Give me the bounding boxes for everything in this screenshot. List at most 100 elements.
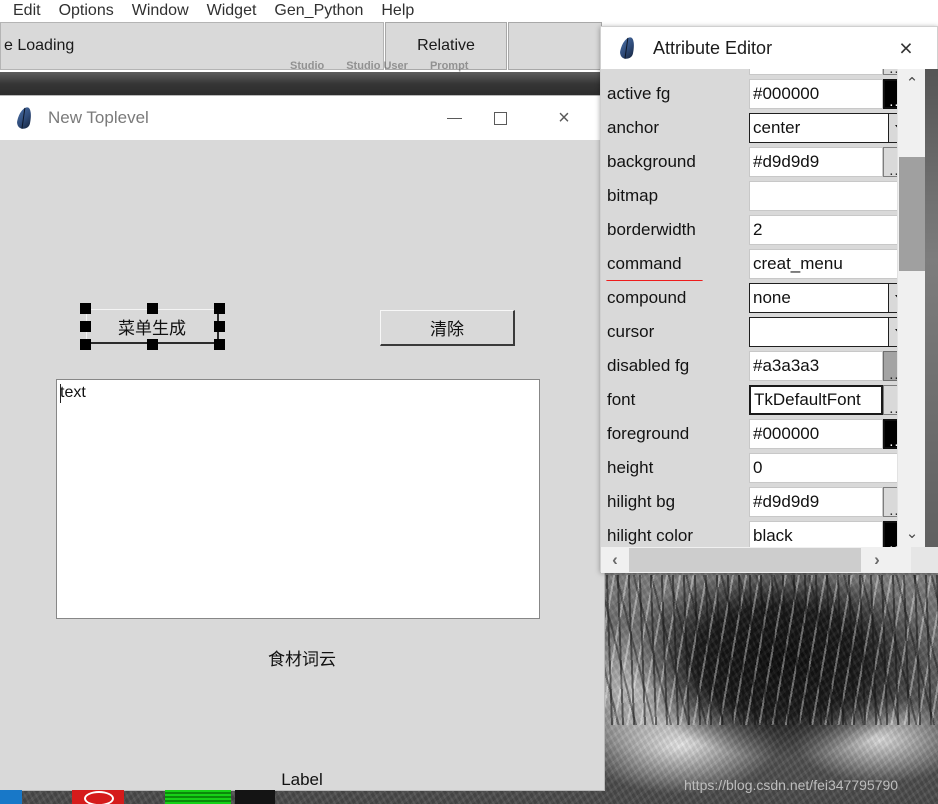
attribute-name: disabled fg xyxy=(607,356,690,375)
attribute-value-wrapper: none xyxy=(749,283,911,313)
minimize-icon[interactable] xyxy=(431,96,477,140)
menu-item-edit[interactable]: Edit xyxy=(4,0,50,22)
attribute-value-wrapper: 0 xyxy=(749,453,911,483)
feather-icon xyxy=(12,105,38,131)
attribute-editor-body: ...active fg#000000...anchorcenterbackgr… xyxy=(601,69,938,573)
horizontal-scrollbar[interactable]: ‹ › xyxy=(601,547,911,573)
attribute-rows: ...active fg#000000...anchorcenterbackgr… xyxy=(601,69,911,547)
vertical-scrollbar-thumb[interactable] xyxy=(899,157,925,271)
menu-item-gen-python[interactable]: Gen_Python xyxy=(265,0,372,22)
vertical-scrollbar[interactable]: ⌃ ⌄ xyxy=(897,69,925,547)
resize-handle-se[interactable] xyxy=(214,339,225,350)
attribute-name: borderwidth xyxy=(607,220,696,239)
attribute-value-input[interactable]: none xyxy=(749,283,889,313)
attribute-row: compound none xyxy=(601,281,911,315)
attribute-value-input[interactable]: #a3a3a3 xyxy=(749,351,883,381)
attribute-row: hilight bg #d9d9d9... xyxy=(601,485,911,519)
resize-handle-ne[interactable] xyxy=(214,303,225,314)
attribute-value-wrapper xyxy=(749,181,911,211)
attribute-value-input[interactable] xyxy=(749,181,911,211)
clear-button[interactable]: 清除 xyxy=(380,310,515,346)
resize-handle-sw[interactable] xyxy=(80,339,91,350)
resize-handle-n[interactable] xyxy=(147,303,158,314)
close-icon[interactable]: × xyxy=(541,96,587,140)
selected-widget-wrapper[interactable]: 菜单生成 xyxy=(80,303,225,350)
attribute-value-input[interactable]: #d9d9d9 xyxy=(749,487,883,517)
attribute-name: font xyxy=(607,390,636,409)
horizontal-scrollbar-thumb[interactable] xyxy=(629,548,861,572)
attribute-name: active fg xyxy=(607,84,671,103)
attribute-value-input[interactable] xyxy=(749,317,889,347)
taskbar-icon-blue[interactable] xyxy=(0,790,22,804)
attribute-row: foreground #000000... xyxy=(601,417,911,451)
attribute-name: compound xyxy=(607,288,687,307)
menu-item-help[interactable]: Help xyxy=(372,0,423,22)
attribute-value-input[interactable]: center xyxy=(749,113,889,143)
taskbar-icon-green[interactable] xyxy=(165,790,231,804)
resize-handle-nw[interactable] xyxy=(80,303,91,314)
faded-background-labels: Studio Studio User Prompt xyxy=(290,60,590,72)
attribute-row: height 0 xyxy=(601,451,911,485)
attribute-row: borderwidth 2 xyxy=(601,213,911,247)
text-widget-content: text xyxy=(60,384,86,401)
resize-handle-e[interactable] xyxy=(214,321,225,332)
menu-bar: Edit Options Window Widget Gen_Python He… xyxy=(0,0,938,22)
taskbar-icon-red[interactable] xyxy=(72,790,124,804)
attribute-value-wrapper: center xyxy=(749,113,911,143)
toplevel-canvas: 菜单生成 清除 text 食材词云 Label xyxy=(0,140,604,790)
menu-item-window[interactable]: Window xyxy=(123,0,198,22)
scroll-right-icon[interactable]: › xyxy=(863,547,891,573)
attribute-name: command xyxy=(607,254,682,273)
attribute-name: background xyxy=(607,152,696,171)
attribute-value-wrapper: creat_menu xyxy=(749,249,911,279)
attribute-value-input[interactable]: black xyxy=(749,521,883,547)
attribute-row: hilight color black... xyxy=(601,519,911,547)
attribute-value-input[interactable]: #d9d9d9 xyxy=(749,147,883,177)
faded-label-2: Studio User xyxy=(346,60,408,72)
attribute-value-wrapper: #000000... xyxy=(749,419,911,449)
text-caret xyxy=(60,384,61,403)
attribute-row: ... xyxy=(601,69,911,77)
attribute-value-input[interactable]: 0 xyxy=(749,453,911,483)
menu-item-options[interactable]: Options xyxy=(50,0,123,22)
attribute-value-input[interactable]: creat_menu xyxy=(749,249,911,279)
plain-label: Label xyxy=(281,770,323,789)
resize-handle-s[interactable] xyxy=(147,339,158,350)
toplevel-titlebar[interactable]: New Toplevel × xyxy=(0,96,604,140)
feather-icon xyxy=(615,35,641,61)
attribute-value-wrapper: #d9d9d9... xyxy=(749,487,911,518)
text-widget[interactable]: text xyxy=(56,379,540,619)
attribute-value-wrapper: ... xyxy=(749,69,911,76)
faded-label-1: Studio xyxy=(290,60,325,72)
toplevel-title: New Toplevel xyxy=(48,108,149,127)
attribute-value-wrapper: #d9d9d9... xyxy=(749,147,911,178)
attribute-row: anchor center xyxy=(601,111,911,145)
attribute-value-wrapper: #000000... xyxy=(749,79,911,109)
attribute-value-input[interactable] xyxy=(749,69,883,75)
attribute-value-input[interactable]: #000000 xyxy=(749,79,883,109)
attribute-name: bitmap xyxy=(607,186,659,205)
close-icon[interactable]: × xyxy=(887,27,925,69)
attribute-row: disabled fg #a3a3a3... xyxy=(601,349,911,383)
attribute-name: height xyxy=(607,458,654,477)
attribute-name: cursor xyxy=(607,322,655,341)
faded-label-3: Prompt xyxy=(429,60,469,72)
resize-handle-w[interactable] xyxy=(80,321,91,332)
scroll-down-icon[interactable]: ⌄ xyxy=(898,519,926,547)
taskbar-icon-dark[interactable] xyxy=(235,790,275,804)
attribute-value-input[interactable]: #000000 xyxy=(749,419,883,449)
screen: Edit Options Window Widget Gen_Python He… xyxy=(0,0,938,804)
attribute-editor-window: Attribute Editor × ... active fg #000000..… xyxy=(600,26,938,573)
scroll-up-icon[interactable]: ⌃ xyxy=(898,69,926,97)
attribute-list-viewport: ...active fg#000000...anchorcenterbackgr… xyxy=(601,69,911,547)
attribute-name: hilight bg xyxy=(607,492,676,511)
attribute-value-input[interactable]: TkDefaultFont xyxy=(749,385,883,415)
attribute-editor-titlebar[interactable]: Attribute Editor × xyxy=(601,27,937,69)
attribute-row: bitmap xyxy=(601,179,911,213)
wordcloud-label: 食材词云 xyxy=(268,650,336,669)
scroll-left-icon[interactable]: ‹ xyxy=(601,547,629,573)
maximize-icon[interactable] xyxy=(477,96,523,140)
attribute-value-input[interactable]: 2 xyxy=(749,215,911,245)
menu-item-widget[interactable]: Widget xyxy=(198,0,266,22)
scrollbar-corner xyxy=(911,547,938,573)
